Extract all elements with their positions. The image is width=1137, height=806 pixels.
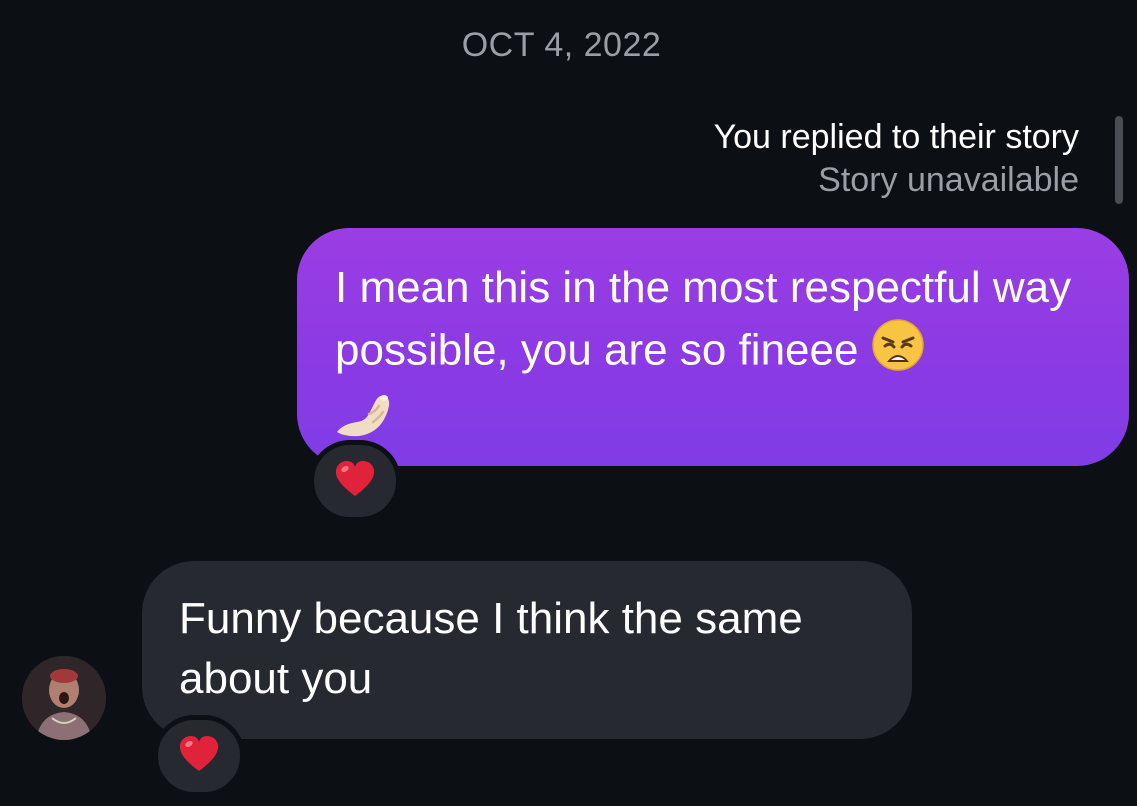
story-reply-label: You replied to their story [713,118,1079,156]
story-unavailable-label: Story unavailable [818,161,1079,199]
story-reply-header[interactable]: You replied to their story Story unavail… [714,116,1079,202]
outgoing-message-bubble[interactable]: I mean this in the most respectful way p… [297,228,1129,466]
date-divider: OCT 4, 2022 [461,26,662,64]
heart-icon [178,735,220,778]
outgoing-message-text: I mean this in the most respectful way p… [335,263,1072,375]
incoming-message-bubble[interactable]: Funny because I think the same about you [142,561,912,739]
incoming-message-reaction[interactable] [153,715,245,797]
weary-face-emoji-icon [871,318,925,388]
scrollbar[interactable] [1115,116,1123,204]
outgoing-message-reaction[interactable] [309,440,401,522]
avatar[interactable] [22,656,106,740]
heart-icon [334,460,376,503]
incoming-message-text: Funny because I think the same about you [179,594,803,703]
avatar-photo-icon [22,656,106,740]
